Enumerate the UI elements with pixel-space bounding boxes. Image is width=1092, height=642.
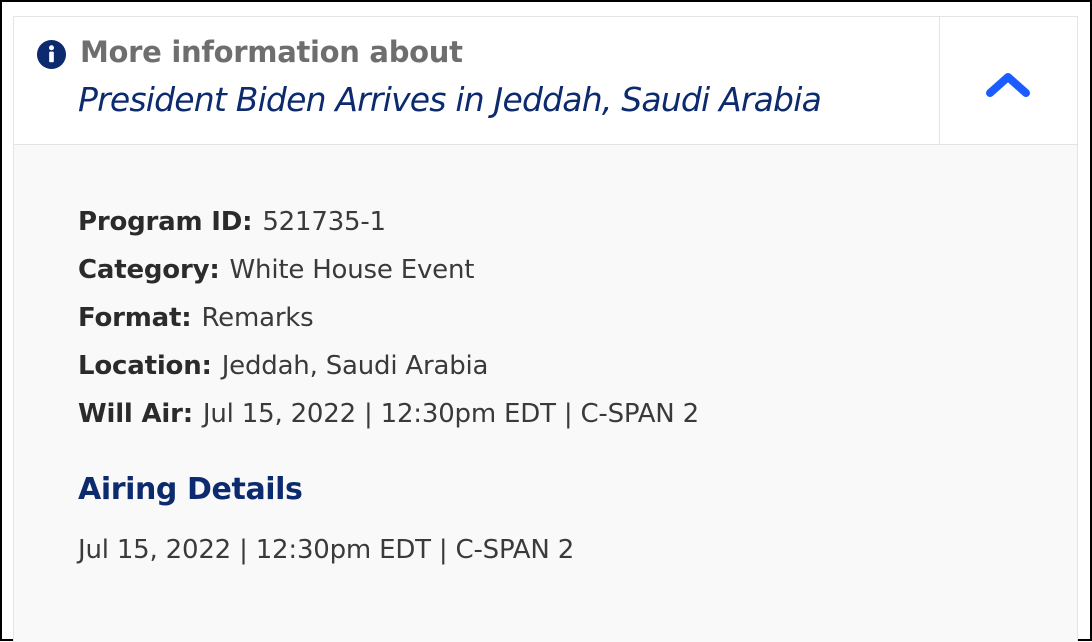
detail-value: 521735-1 <box>262 207 386 237</box>
header-text-area: More information about President Biden A… <box>14 17 940 144</box>
airing-details-heading: Airing Details <box>78 472 303 507</box>
info-circle-icon <box>36 39 67 70</box>
detail-label: Format: <box>78 303 192 333</box>
detail-value: White House Event <box>229 255 475 285</box>
panel-header[interactable]: More information about President Biden A… <box>14 17 1077 145</box>
program-details: Program ID: 521735-1 Category: White House… <box>78 207 699 447</box>
screenshot-frame: More information about President Biden A… <box>0 0 1092 642</box>
program-title: President Biden Arrives in Jeddah, Saudi… <box>78 80 822 119</box>
detail-value: Remarks <box>201 303 314 333</box>
detail-row-will-air: Will Air: Jul 15, 2022 | 12:30pm EDT | C-… <box>78 399 699 447</box>
detail-row-program-id: Program ID: 521735-1 <box>78 207 699 255</box>
detail-label: Will Air: <box>78 399 193 429</box>
airing-details-text: Jul 15, 2022 | 12:30pm EDT | C-SPAN 2 <box>78 535 575 565</box>
detail-label: Program ID: <box>78 207 253 237</box>
detail-value: Jul 15, 2022 | 12:30pm EDT | C-SPAN 2 <box>202 399 699 429</box>
detail-label: Category: <box>78 255 220 285</box>
detail-value: Jeddah, Saudi Arabia <box>221 351 489 381</box>
detail-row-category: Category: White House Event <box>78 255 699 303</box>
collapse-toggle-button[interactable] <box>940 17 1077 144</box>
more-info-heading: More information about <box>80 35 463 69</box>
detail-label: Location: <box>78 351 212 381</box>
more-info-panel: More information about President Biden A… <box>13 16 1078 642</box>
chevron-up-icon <box>986 73 1030 97</box>
detail-row-format: Format: Remarks <box>78 303 699 351</box>
detail-row-location: Location: Jeddah, Saudi Arabia <box>78 351 699 399</box>
